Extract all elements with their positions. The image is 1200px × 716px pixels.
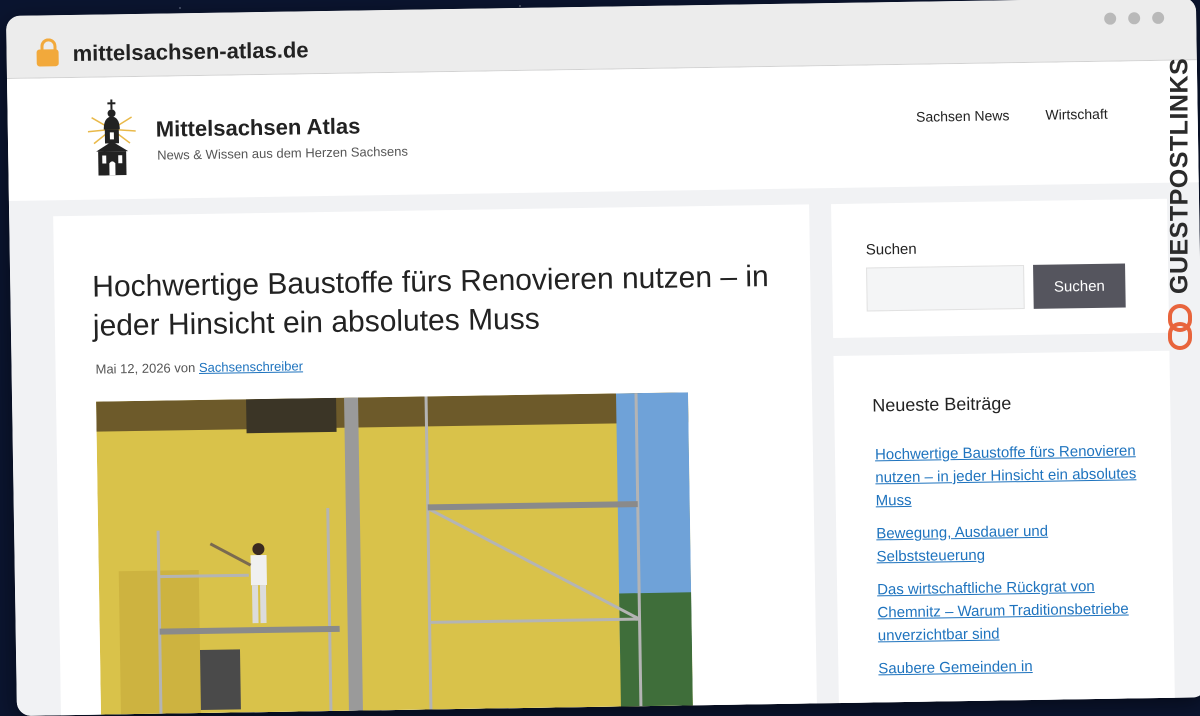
page-content: Mittelsachsen Atlas News & Wissen aus de… [7, 60, 1200, 716]
nav-item-wirtschaft[interactable]: Wirtschaft [1045, 106, 1107, 123]
badge-text: GUESTPOSTLINKS [1166, 56, 1194, 296]
article-title: Hochwertige Baustoffe fürs Renovieren nu… [92, 257, 783, 346]
article-card: Hochwertige Baustoffe fürs Renovieren nu… [53, 204, 817, 716]
site-header: Mittelsachsen Atlas News & Wissen aus de… [7, 60, 1199, 201]
nav-item-sachsen-news[interactable]: Sachsen News [916, 107, 1010, 124]
url-text[interactable]: mittelsachsen-atlas.de [72, 37, 308, 67]
article-meta: Mai 12, 2026 von Sachsenschreiber [95, 358, 303, 376]
window-dot-icon [1128, 12, 1140, 24]
search-input[interactable] [866, 265, 1025, 311]
recent-posts-widget: Neueste Beiträge Hochwertige Baustoffe f… [833, 351, 1175, 716]
list-item: Saubere Gemeinden in [878, 653, 1148, 680]
list-item: Hochwertige Baustoffe fürs Renovieren nu… [875, 439, 1146, 512]
recent-posts-title: Neueste Beiträge [872, 393, 1011, 416]
list-item: Das wirtschaftliche Rückgrat von Chemnit… [877, 574, 1148, 647]
featured-image [96, 392, 693, 716]
window-dot-icon [1152, 12, 1164, 24]
recent-posts-list: Hochwertige Baustoffe fürs Renovieren nu… [875, 439, 1149, 690]
guestpostlinks-badge: GUESTPOSTLINKS [1162, 56, 1198, 356]
recent-post-link[interactable]: Saubere Gemeinden in [878, 658, 1033, 677]
church-logo-icon[interactable] [87, 99, 136, 176]
search-button[interactable]: Suchen [1033, 263, 1126, 308]
lock-icon [36, 47, 58, 67]
by-label: von [174, 360, 195, 375]
main-nav: Sachsen News Wirtschaft [916, 106, 1108, 125]
search-label: Suchen [866, 241, 917, 259]
search-widget: Suchen Suchen [831, 199, 1169, 338]
site-tagline: News & Wissen aus dem Herzen Sachsens [157, 144, 408, 163]
post-date: Mai 12, 2026 [95, 360, 170, 376]
recent-post-link[interactable]: Das wirtschaftliche Rückgrat von Chemnit… [877, 578, 1129, 644]
window-dots [1104, 12, 1164, 25]
recent-post-link[interactable]: Hochwertige Baustoffe fürs Renovieren nu… [875, 442, 1137, 509]
site-title[interactable]: Mittelsachsen Atlas [156, 113, 361, 142]
window-dot-icon [1104, 13, 1116, 25]
author-link[interactable]: Sachsenschreiber [199, 358, 303, 375]
browser-window: mittelsachsen-atlas.de [6, 0, 1200, 716]
chain-link-icon [1167, 304, 1193, 350]
recent-post-link[interactable]: Bewegung, Ausdauer und Selbststeuerung [876, 523, 1048, 566]
list-item: Bewegung, Ausdauer und Selbststeuerung [876, 518, 1147, 568]
